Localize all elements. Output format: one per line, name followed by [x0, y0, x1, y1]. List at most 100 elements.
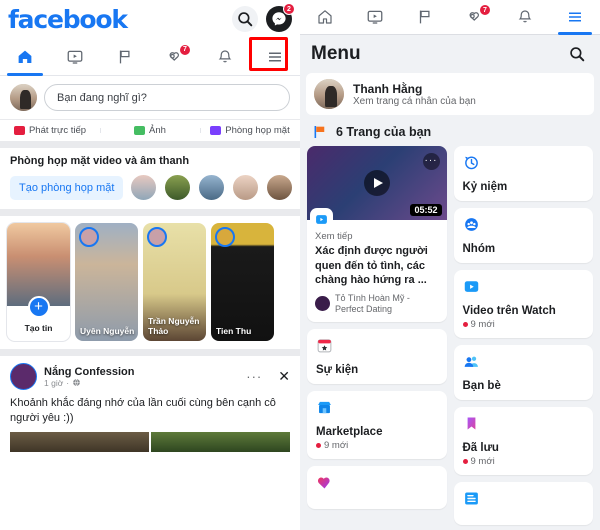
hamburger-menu-icon	[266, 48, 284, 66]
search-icon	[570, 47, 585, 62]
room-friend-avatar[interactable]	[232, 174, 260, 201]
composer-input[interactable]: Bạn đang nghĩ gì?	[44, 84, 290, 111]
story-label: Trần Nguyễn Thảo	[148, 316, 200, 337]
room-button[interactable]: Phòng họp mặt	[200, 125, 300, 136]
menu-item-marketplace[interactable]: Marketplace 9 mới	[307, 391, 447, 460]
photo-button[interactable]: Ảnh	[100, 125, 200, 136]
menu-item-partial-heart[interactable]	[307, 466, 447, 510]
tab-pages[interactable]	[100, 38, 150, 75]
video-thumbnail[interactable]: ··· 05:52	[307, 146, 447, 229]
tab-home[interactable]	[300, 0, 350, 34]
post-image[interactable]	[151, 431, 290, 452]
facebook-logo: facebook	[8, 4, 128, 34]
top-bar-actions: 2	[232, 3, 295, 32]
friends-icon	[464, 356, 478, 367]
new-dot-icon	[316, 443, 321, 449]
menu-item-groups[interactable]: Nhóm	[453, 208, 593, 263]
menu-item-badge-text: 9 mới	[470, 456, 495, 467]
post-meta: 1 giờ ·	[44, 378, 134, 388]
post-image[interactable]	[10, 431, 149, 452]
menu-item-partial-news[interactable]	[453, 482, 593, 525]
menu-item-memories[interactable]: Kỷ niệm	[453, 146, 593, 201]
tab-notifications-hearts[interactable]: 7	[450, 0, 500, 34]
menu-search-button[interactable]	[565, 42, 589, 66]
live-video-label: Phát trực tiếp	[28, 125, 87, 136]
avatar[interactable]	[10, 363, 37, 390]
hearts-icon: 7	[166, 43, 191, 66]
active-tab-indicator	[7, 73, 43, 76]
menu-column-left: ··· 05:52 Xem tiếp Xác định được người q…	[307, 146, 447, 525]
avatar	[314, 79, 344, 109]
menu-tab-bar: 7	[300, 0, 600, 35]
clock-memories-icon	[464, 156, 478, 170]
post-more-options-icon[interactable]: ···	[246, 369, 262, 384]
more-options-icon[interactable]: ···	[422, 153, 440, 170]
video-source[interactable]: Tỏ Tình Hoàn Mỹ - Perfect Dating	[315, 293, 439, 316]
post-action-bar: Phát trực tiếp Ảnh Phòng họp mặt	[0, 119, 300, 141]
close-icon[interactable]: ✕	[278, 368, 290, 385]
story-label: Uyên Nguyễn	[80, 326, 135, 337]
meta-separator: ·	[66, 377, 70, 388]
video-source-name: Tỏ Tình Hoàn Mỹ - Perfect Dating	[335, 292, 410, 314]
tab-menu[interactable]	[550, 0, 600, 35]
search-icon	[238, 12, 253, 27]
menu-item-badge: 9 mới	[462, 319, 585, 330]
create-story-card[interactable]: + Tạo tin	[7, 223, 70, 341]
menu-item-badge-text: 9 mới	[324, 440, 349, 452]
bell-icon	[216, 48, 234, 66]
tab-notifications-hearts[interactable]: 7	[150, 38, 200, 75]
tab-bell[interactable]	[500, 0, 550, 34]
bookmark-icon	[467, 417, 475, 430]
rooms-title: Phòng họp mặt video và âm thanh	[10, 155, 190, 167]
tab-bell[interactable]	[200, 38, 250, 75]
menu-item-events[interactable]: Sự kiện	[307, 329, 447, 385]
live-video-button[interactable]: Phát trực tiếp	[0, 125, 100, 136]
new-dot-icon	[462, 459, 468, 464]
profile-name: Thanh Hằng	[353, 81, 423, 96]
section-divider	[0, 209, 300, 216]
tab-menu[interactable]	[250, 38, 300, 75]
post-composer[interactable]: Bạn đang nghĩ gì?	[0, 76, 300, 119]
menu-grid: ··· 05:52 Xem tiếp Xác định được người q…	[300, 146, 600, 525]
continue-watching-card[interactable]: ··· 05:52 Xem tiếp Xác định được người q…	[307, 146, 447, 323]
menu-item-label: Sự kiện	[316, 364, 359, 377]
active-tab-indicator	[558, 32, 592, 35]
messenger-button[interactable]: 2	[266, 3, 295, 32]
post-author-name[interactable]: Nắng Confession	[44, 366, 134, 378]
hearts-icon-wrap: 7	[466, 4, 491, 26]
your-pages-row[interactable]: 6 Trang của bạn	[300, 115, 600, 146]
story-card[interactable]: Tien Thu	[211, 223, 274, 341]
tab-home[interactable]	[0, 38, 50, 76]
menu-item-label: Video trên Watch	[462, 305, 556, 317]
continue-label: Xem tiếp	[315, 231, 353, 242]
facebook-top-bar: facebook 2	[0, 0, 300, 38]
messenger-badge: 2	[283, 3, 295, 15]
menu-header: Menu	[300, 35, 600, 71]
tab-watch[interactable]	[350, 0, 400, 34]
tab-watch[interactable]	[50, 38, 100, 75]
room-friend-avatar[interactable]	[198, 174, 226, 201]
post-author-block: Nắng Confession 1 giờ ·	[44, 366, 134, 388]
room-friend-avatar[interactable]	[130, 174, 158, 201]
photo-label: Ảnh	[149, 125, 166, 136]
rooms-section: Phòng họp mặt video và âm thanh Tạo phòn…	[0, 148, 300, 209]
story-card[interactable]: Trần Nguyễn Thảo	[143, 223, 206, 341]
create-room-button[interactable]: Tạo phòng họp mặt	[10, 175, 124, 200]
menu-item-friends[interactable]: Bạn bè	[453, 345, 593, 400]
groups-icon	[464, 218, 478, 231]
search-button[interactable]	[232, 6, 258, 32]
menu-item-watch-videos[interactable]: Video trên Watch 9 mới	[453, 270, 593, 338]
room-friend-avatar[interactable]	[164, 174, 192, 201]
menu-item-label: Kỷ niệm	[462, 181, 508, 193]
post-header: Nắng Confession 1 giờ · ··· ✕	[10, 363, 290, 390]
stories-tray: + Tạo tin Uyên Nguyễn Trần Nguyễn Thảo T…	[0, 216, 300, 349]
watch-video-icon	[66, 48, 84, 66]
post-images[interactable]	[10, 431, 290, 452]
room-friend-avatar[interactable]	[266, 174, 294, 201]
story-label: Tien Thu	[216, 326, 252, 337]
story-card[interactable]: Uyên Nguyễn	[75, 223, 138, 341]
profile-row[interactable]: Thanh Hằng Xem trang cá nhân của bạn	[306, 73, 594, 115]
tab-pages[interactable]	[400, 0, 450, 34]
play-icon[interactable]	[363, 170, 390, 196]
menu-item-saved[interactable]: Đã lưu 9 mới	[453, 407, 593, 475]
